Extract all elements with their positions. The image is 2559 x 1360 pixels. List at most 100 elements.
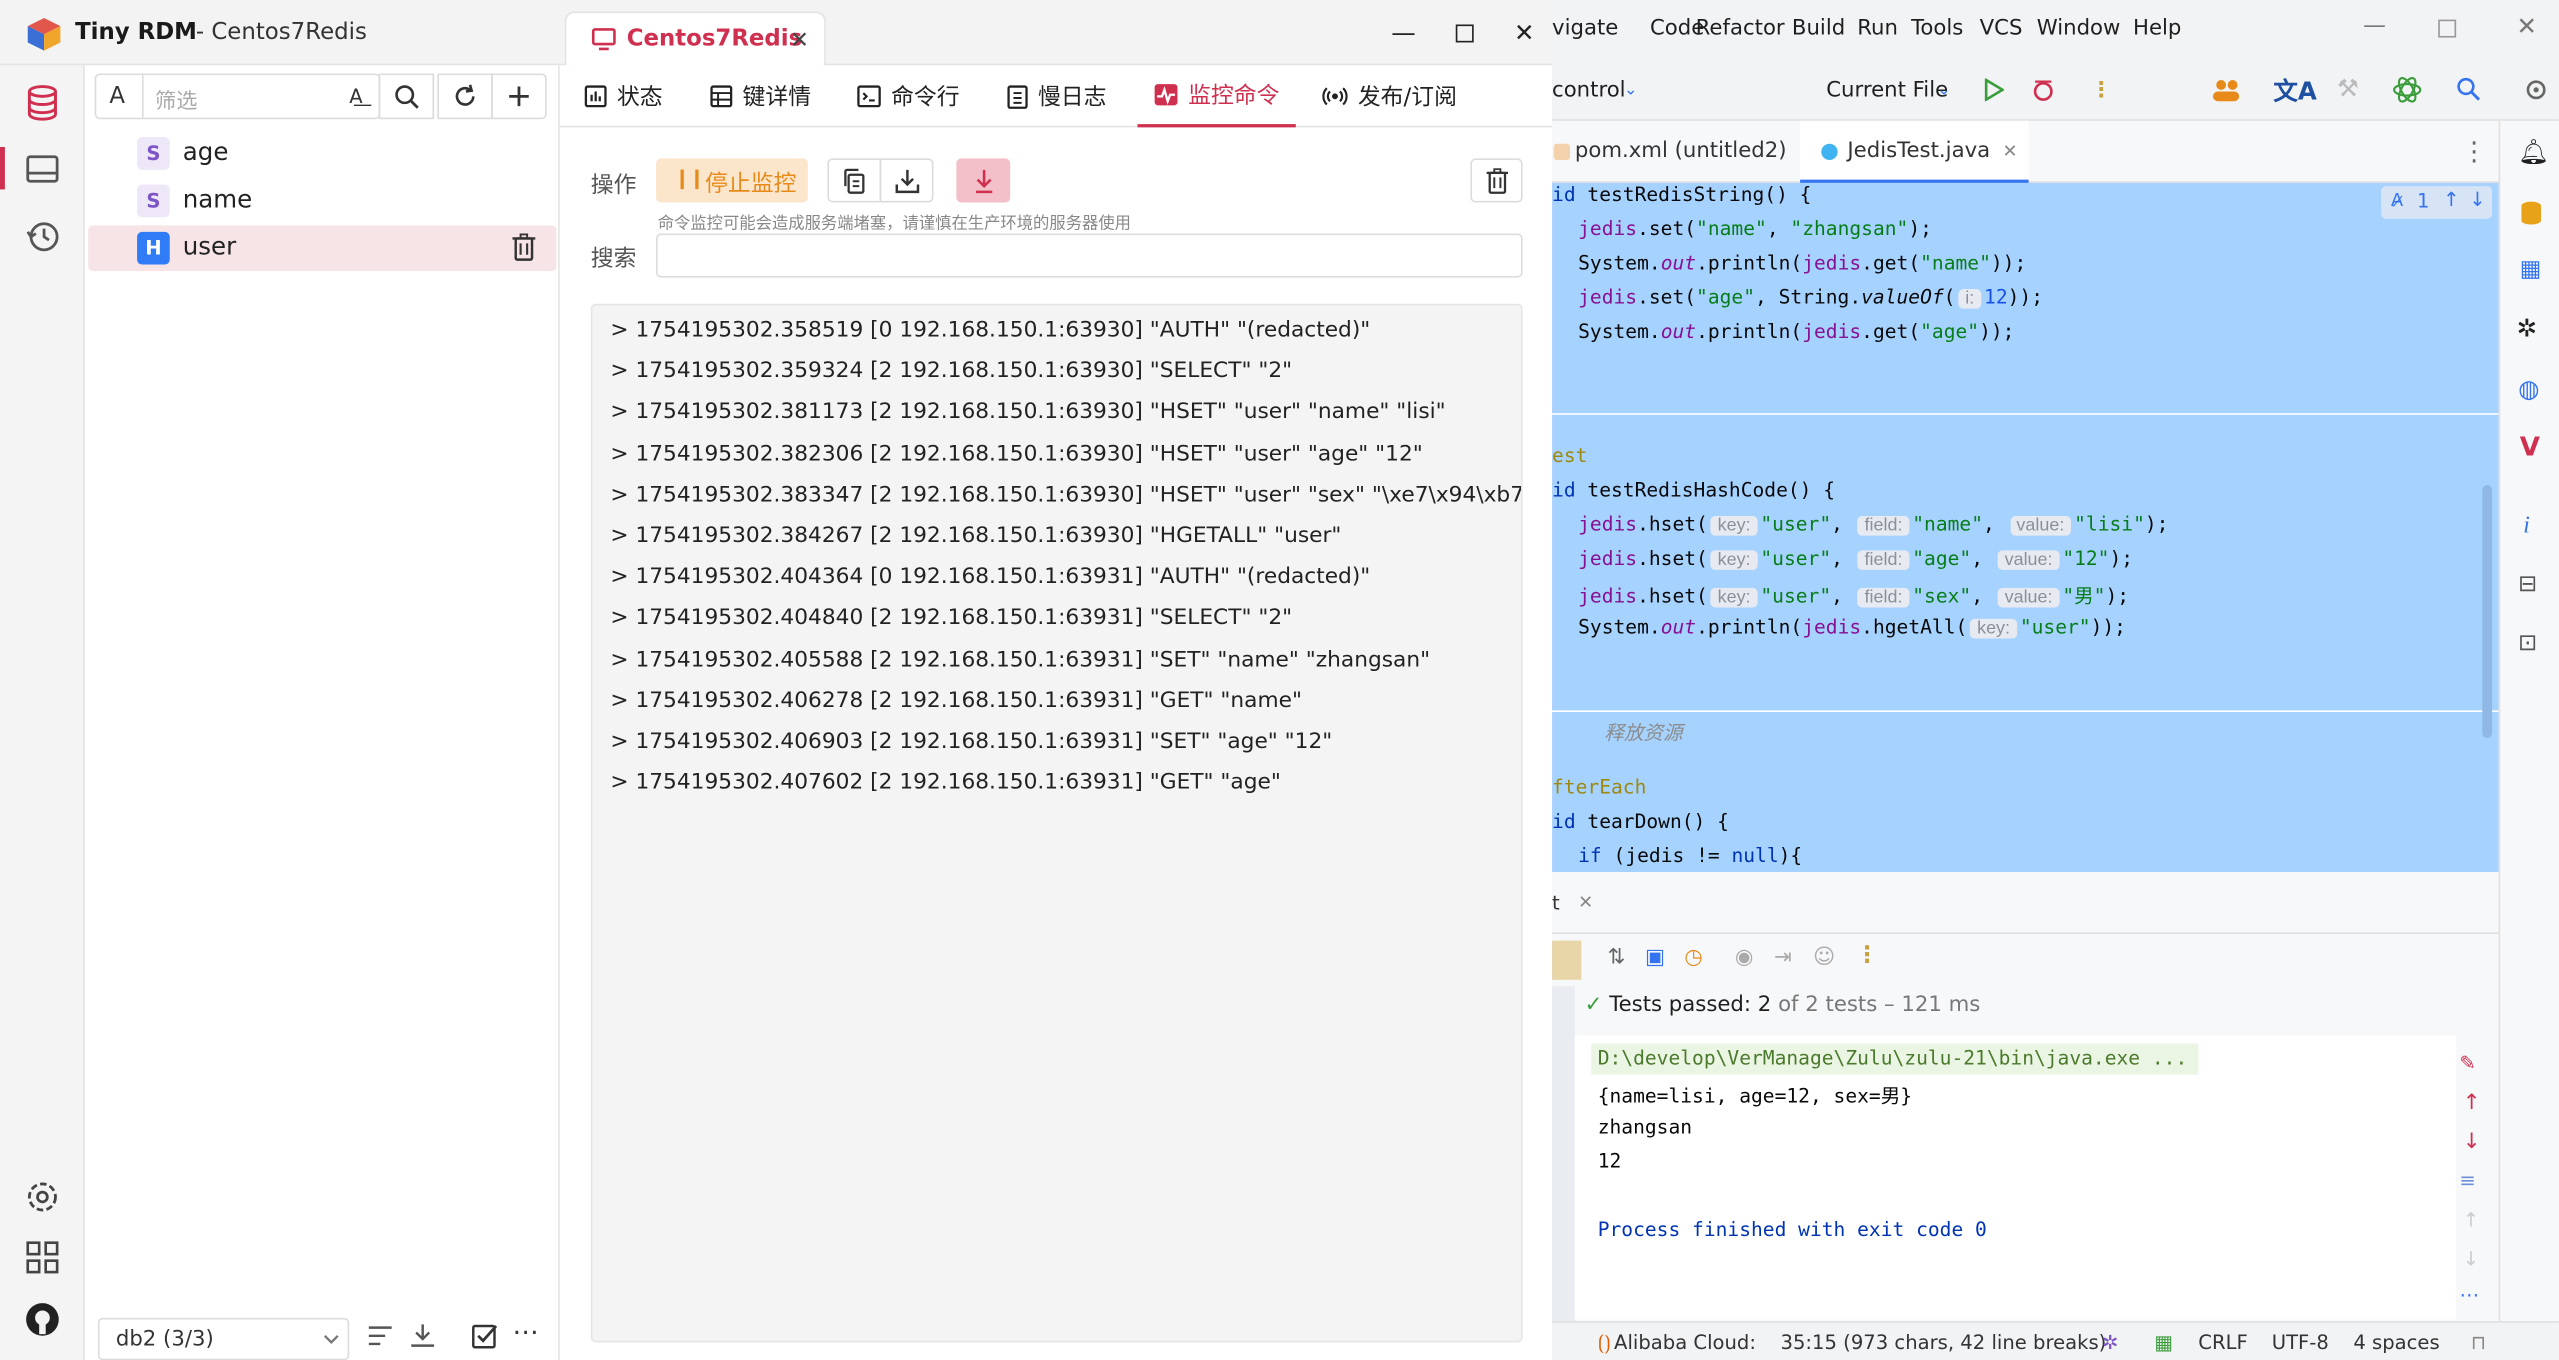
search-input[interactable] bbox=[656, 233, 1523, 278]
history-icon[interactable] bbox=[23, 217, 62, 256]
users-icon[interactable] bbox=[2211, 77, 2240, 103]
vue-icon[interactable]: V bbox=[2520, 431, 2540, 462]
code-editor[interactable]: A̷ 1 ↑ ↓ id testRedisString() { jedis.se… bbox=[1552, 182, 2499, 873]
atom-icon[interactable] bbox=[2393, 75, 2422, 104]
refresh-button[interactable] bbox=[437, 73, 493, 120]
more-icon[interactable]: ⋮ bbox=[1856, 942, 1879, 968]
settings-gear-icon[interactable] bbox=[2525, 77, 2548, 103]
tab-slow-log[interactable]: 慢日志 bbox=[1007, 65, 1106, 127]
load-more-icon[interactable] bbox=[408, 1321, 437, 1350]
close-tab-icon[interactable]: ✕ bbox=[790, 28, 809, 54]
clear-log-button[interactable] bbox=[1470, 158, 1523, 203]
minimize-icon[interactable]: — bbox=[2363, 13, 2386, 39]
lock-icon[interactable]: ⊓ bbox=[2471, 1331, 2486, 1354]
key-item-user[interactable]: H user bbox=[88, 225, 557, 272]
tab-jedistest-java[interactable]: JedisTest.java ✕ bbox=[1800, 120, 2029, 183]
check-square-icon[interactable] bbox=[470, 1321, 499, 1350]
database-icon[interactable] bbox=[23, 83, 62, 122]
maximize-icon[interactable] bbox=[1444, 15, 1483, 54]
add-key-button[interactable] bbox=[491, 73, 547, 120]
monitor-log[interactable]: > 1754195302.358519 [0 192.168.150.1:639… bbox=[590, 303, 1523, 1343]
wrap-icon[interactable]: ≡ bbox=[2459, 1169, 2475, 1192]
arrow-down-icon[interactable]: ↓ bbox=[2469, 188, 2485, 211]
filter-list-icon[interactable] bbox=[366, 1321, 395, 1350]
status-line-ending[interactable]: CRLF bbox=[2198, 1331, 2247, 1354]
menu-build[interactable]: Build bbox=[1792, 16, 1845, 40]
minimize-icon[interactable]: — bbox=[1384, 15, 1423, 54]
arrow-down-icon[interactable]: ↓ bbox=[2463, 1248, 2479, 1271]
settings-gear-icon[interactable] bbox=[23, 1177, 62, 1216]
match-case-icon[interactable]: A͟ bbox=[349, 85, 362, 108]
menu-run[interactable]: Run bbox=[1857, 16, 1898, 40]
close-tab-icon[interactable]: ✕ bbox=[2002, 140, 2017, 161]
arrow-up-icon[interactable]: ↑ bbox=[2463, 1208, 2479, 1231]
globe-icon[interactable]: ◍ bbox=[2518, 374, 2539, 403]
key-item-name[interactable]: S name bbox=[88, 178, 556, 224]
search-button[interactable] bbox=[378, 73, 435, 120]
arrow-up-icon[interactable]: ↑ bbox=[2463, 1091, 2481, 1115]
more-icon[interactable]: ⋮ bbox=[2461, 136, 2487, 167]
menu-navigate[interactable]: vigate bbox=[1552, 16, 1618, 40]
import-icon[interactable]: ▣ bbox=[1645, 946, 1665, 970]
run-icon[interactable] bbox=[1984, 78, 2005, 102]
history-icon[interactable]: ◷ bbox=[1684, 946, 1703, 970]
briefcase-icon[interactable]: ⊟ bbox=[2518, 572, 2537, 598]
sort-icon[interactable]: ⇅ bbox=[1608, 946, 1626, 970]
github-icon[interactable] bbox=[23, 1300, 62, 1339]
grid-icon[interactable]: ▦ bbox=[2520, 256, 2542, 282]
apps-grid-icon[interactable] bbox=[23, 1238, 62, 1277]
tab-cli[interactable]: 命令行 bbox=[857, 65, 960, 127]
plugin-icon[interactable]: ✲ bbox=[2517, 314, 2538, 343]
copy-button[interactable] bbox=[827, 158, 882, 203]
windows-icon[interactable]: ▦ bbox=[2154, 1331, 2173, 1354]
filter-input[interactable]: A 筛选 A͟ bbox=[94, 73, 381, 120]
stop-monitor-button[interactable]: ❙❙ 停止监控 bbox=[656, 158, 808, 203]
close-tab-icon[interactable]: ✕ bbox=[1578, 892, 1593, 913]
plugin-icon[interactable]: ✲ bbox=[2102, 1331, 2118, 1354]
notifications-icon[interactable]: 🔔︎ bbox=[2518, 137, 2549, 166]
project-selector[interactable]: control bbox=[1552, 78, 1626, 102]
arrow-up-icon[interactable]: ↑ bbox=[2443, 188, 2459, 211]
clear-icon[interactable]: ✎ bbox=[2459, 1052, 2475, 1075]
text-icon[interactable]: ⊡ bbox=[2518, 630, 2537, 656]
run-console[interactable]: D:\develop\VerManage\Zulu\zulu-21\bin\ja… bbox=[1574, 1035, 2457, 1320]
status-position[interactable]: 35:15 (973 chars, 42 line breaks) bbox=[1781, 1331, 2107, 1354]
tab-key-detail[interactable]: 键详情 bbox=[710, 65, 811, 127]
tab-monitor[interactable]: 监控命令 bbox=[1137, 65, 1296, 128]
editor-scrollbar[interactable] bbox=[2482, 485, 2493, 739]
key-item-age[interactable]: S age bbox=[88, 131, 556, 177]
maximize-icon[interactable] bbox=[2438, 19, 2457, 38]
arrow-down-icon[interactable]: ↓ bbox=[2463, 1130, 2481, 1154]
hammer-icon[interactable]: ⚒ bbox=[2337, 73, 2359, 102]
status-indent[interactable]: 4 spaces bbox=[2353, 1331, 2439, 1354]
menu-tools[interactable]: Tools bbox=[1911, 16, 1963, 40]
menu-window[interactable]: Window bbox=[2037, 16, 2121, 40]
inspection-widget[interactable]: A̷ 1 ↑ ↓ bbox=[2381, 186, 2493, 219]
camera-icon[interactable]: ◉ bbox=[1735, 946, 1754, 970]
export-icon[interactable]: ⇥ bbox=[1774, 946, 1792, 970]
menu-vcs[interactable]: VCS bbox=[1980, 16, 2023, 40]
more-icon[interactable]: ⋮ bbox=[2091, 78, 2112, 102]
status-cloud[interactable]: Alibaba Cloud: bbox=[1614, 1331, 1756, 1354]
close-icon[interactable]: ✕ bbox=[2517, 11, 2538, 40]
search-icon[interactable] bbox=[2456, 77, 2481, 101]
database-icon[interactable] bbox=[2518, 199, 2544, 225]
translate-icon[interactable]: 文A bbox=[2273, 73, 2316, 107]
close-icon[interactable]: ✕ bbox=[1505, 15, 1544, 54]
menu-refactor[interactable]: Refactor bbox=[1696, 16, 1785, 40]
run-config-selector[interactable]: Current File bbox=[1826, 78, 1948, 102]
export-button[interactable] bbox=[879, 158, 934, 203]
more-icon[interactable]: ⋯ bbox=[512, 1316, 538, 1347]
tab-pubsub[interactable]: 发布/订阅 bbox=[1322, 65, 1457, 127]
trash-icon[interactable] bbox=[511, 233, 537, 262]
filter-passed-icon[interactable] bbox=[1552, 940, 1582, 980]
connection-tab[interactable]: Centos7Redis ✕ bbox=[564, 11, 826, 66]
scroll-bottom-button[interactable] bbox=[956, 158, 1011, 203]
monitor-icon[interactable] bbox=[23, 150, 62, 189]
coverage-icon[interactable]: ☺ bbox=[1813, 946, 1835, 970]
info-icon[interactable]: i bbox=[2523, 513, 2530, 541]
debug-icon[interactable] bbox=[2030, 77, 2056, 103]
status-encoding[interactable]: UTF-8 bbox=[2272, 1331, 2329, 1354]
filter-type-toggle[interactable]: A bbox=[109, 83, 125, 109]
more-icon[interactable]: ⋯ bbox=[2459, 1284, 2479, 1307]
